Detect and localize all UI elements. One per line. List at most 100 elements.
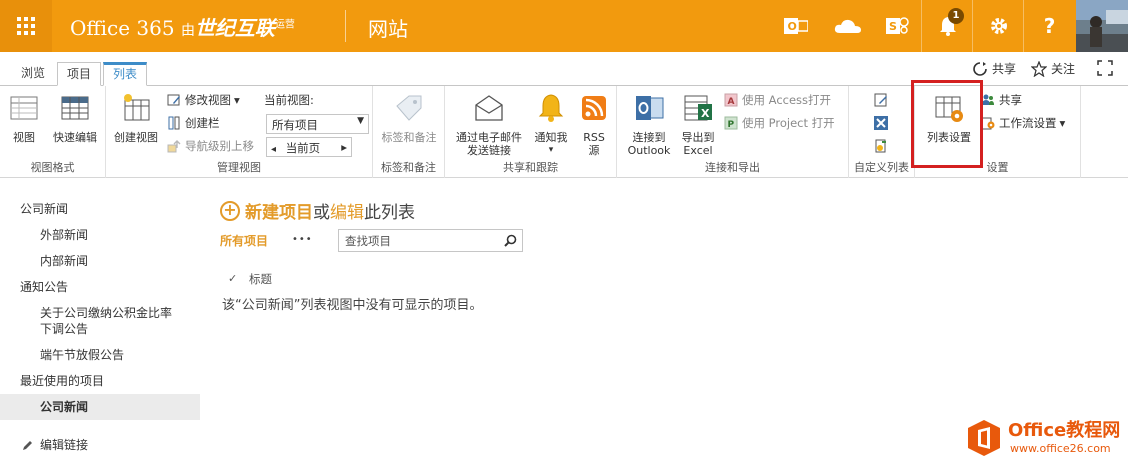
notification-count-badge: 1 <box>948 8 964 24</box>
this-list-text: 此列表 <box>364 203 415 223</box>
select-all-checkmark[interactable]: ✓ <box>228 271 237 287</box>
create-view-icon <box>124 94 150 121</box>
navigate-up-icon <box>167 140 181 153</box>
workflow-icon <box>875 139 886 153</box>
share-list-button[interactable]: 共享 <box>981 91 1022 109</box>
current-page-pager[interactable]: ◂ 当前页 ▸ <box>266 137 352 157</box>
nav-recent-company-news[interactable]: 公司新闻 <box>40 399 88 415</box>
tools-icon <box>874 116 888 130</box>
modify-view-icon <box>167 94 180 106</box>
grid-edit-icon <box>61 96 89 120</box>
group-label: 标签和备注 <box>381 161 436 174</box>
envelope-icon <box>475 95 503 121</box>
group-tags-notes: 标签和备注 标签和备注 <box>373 86 445 178</box>
people-icon <box>982 94 994 105</box>
pager-next-icon: ▸ <box>341 140 347 154</box>
search-input[interactable]: 查找项目 <box>338 229 523 252</box>
tab-list[interactable]: 列表 <box>103 62 148 86</box>
modify-view-button[interactable]: 修改视图 ▾ <box>167 91 240 109</box>
create-column-button[interactable]: 创建栏 <box>167 114 220 132</box>
email-link-button[interactable]: 通过电子邮件 发送链接 <box>449 92 529 157</box>
user-avatar[interactable] <box>1076 0 1128 52</box>
project-icon: P <box>724 116 738 130</box>
outlook-icon[interactable]: O <box>770 0 822 52</box>
more-views-ellipsis[interactable]: ••• <box>292 232 313 248</box>
sites-link[interactable]: 网站 <box>368 13 408 42</box>
site-watermark: Office教程网 www.office26.com <box>962 410 1128 465</box>
workflow-settings-button[interactable]: 工作流设置 ▾ <box>981 114 1065 132</box>
nav-recent[interactable]: 最近使用的项目 <box>20 373 104 389</box>
or-text: 或 <box>313 203 330 223</box>
svg-text:S: S <box>889 20 897 33</box>
chevron-down-icon: ▼ <box>357 116 364 126</box>
star-icon <box>1031 60 1047 77</box>
empty-list-message: 该“公司新闻”列表视图中没有可显示的项目。 <box>222 298 483 313</box>
view-all-items[interactable]: 所有项目 <box>220 233 268 249</box>
svg-text:X: X <box>701 107 710 120</box>
new-item-link[interactable]: 新建项目 <box>245 198 313 223</box>
tab-browse[interactable]: 浏览 <box>12 62 54 86</box>
export-excel-button[interactable]: X 导出到 Excel <box>676 92 720 157</box>
alert-me-button[interactable]: 通知我 ▾ <box>531 92 571 157</box>
settings-gear-icon[interactable] <box>972 0 1024 52</box>
create-column-icon <box>168 116 180 130</box>
suite-divider <box>345 10 346 42</box>
current-view-select[interactable]: 所有项目 ▼ <box>266 114 369 134</box>
focus-mode-icon[interactable] <box>1097 60 1113 76</box>
group-view-format: 视图 快速编辑 视图格式 <box>0 86 106 178</box>
form-web-parts-button[interactable] <box>874 91 892 109</box>
list-settings-highlight <box>911 80 983 168</box>
open-with-project-button[interactable]: P 使用 Project 打开 <box>724 114 835 132</box>
share-page-button[interactable]: 共享 <box>972 60 1016 77</box>
outlook-icon <box>636 96 664 120</box>
connect-outlook-button[interactable]: 连接到 Outlook <box>623 92 675 157</box>
quick-edit-button[interactable]: 快速编辑 <box>48 92 102 144</box>
notifications-bell-icon[interactable]: 1 <box>921 0 973 52</box>
group-manage-views: 创建视图 修改视图 ▾ 创建栏 导航级别上移 当前视图: 所有项目 ▼ ◂ 当前页… <box>106 86 373 178</box>
onedrive-icon[interactable] <box>822 0 874 52</box>
bell-icon <box>538 94 564 122</box>
app-launcher-icon[interactable] <box>0 0 52 52</box>
rss-feed-button[interactable]: RSS 源 <box>575 92 613 157</box>
access-icon: A <box>724 93 738 107</box>
form-edit-icon <box>874 93 887 107</box>
navigate-up-button[interactable]: 导航级别上移 <box>167 137 254 155</box>
svg-text:O: O <box>788 20 797 33</box>
list-workflow-button[interactable] <box>874 137 892 155</box>
create-view-button[interactable]: 创建视图 <box>110 92 162 144</box>
group-share-track: 通过电子邮件 发送链接 通知我 ▾ RSS 源 共享和跟踪 <box>445 86 617 178</box>
suite-bar: Office 365 由世纪互联运营 网站 O S 1 ? <box>0 0 1128 52</box>
group-label: 管理视图 <box>217 161 261 174</box>
view-button[interactable]: 视图 <box>6 92 42 144</box>
tab-items[interactable]: 项目 <box>57 62 102 86</box>
brand-logo[interactable]: Office 365 由世纪互联运营 <box>70 12 295 41</box>
nav-notice-dragon-boat[interactable]: 端午节放假公告 <box>40 347 124 363</box>
edit-links-button[interactable]: 编辑链接 <box>22 437 88 453</box>
follow-button[interactable]: 关注 <box>1031 60 1075 77</box>
customize-tools-button[interactable] <box>874 114 892 132</box>
watermark-name: Office教程网 <box>1008 420 1121 441</box>
group-label: 自定义列表 <box>854 161 909 174</box>
group-label: 视图格式 <box>30 161 75 174</box>
nav-notices[interactable]: 通知公告 <box>20 279 68 295</box>
add-icon[interactable]: + <box>220 200 240 221</box>
group-label: 共享和跟踪 <box>503 161 558 174</box>
column-header-title[interactable]: 标题 <box>249 271 272 287</box>
rss-icon <box>582 96 606 120</box>
excel-icon: X <box>684 95 712 121</box>
nav-company-news[interactable]: 公司新闻 <box>20 201 68 217</box>
tags-notes-button[interactable]: 标签和备注 <box>377 92 441 144</box>
nav-external-news[interactable]: 外部新闻 <box>40 227 88 243</box>
svg-text:A: A <box>728 97 735 107</box>
share-icon <box>973 61 987 76</box>
new-item-bar: + 新建项目 或 编辑 此列表 <box>220 198 415 223</box>
open-with-access-button[interactable]: A 使用 Access打开 <box>724 91 831 109</box>
sharepoint-icon[interactable]: S <box>872 0 924 52</box>
group-customize-list: 自定义列表 <box>849 86 915 178</box>
help-icon[interactable]: ? <box>1023 0 1075 52</box>
edit-list-link[interactable]: 编辑 <box>330 198 364 223</box>
search-icon[interactable] <box>504 234 517 247</box>
nav-internal-news[interactable]: 内部新闻 <box>40 253 88 269</box>
nav-notice-housing-fund[interactable]: 关于公司缴纳公积金比率下调公告 <box>40 305 180 337</box>
view-icon <box>10 96 38 120</box>
